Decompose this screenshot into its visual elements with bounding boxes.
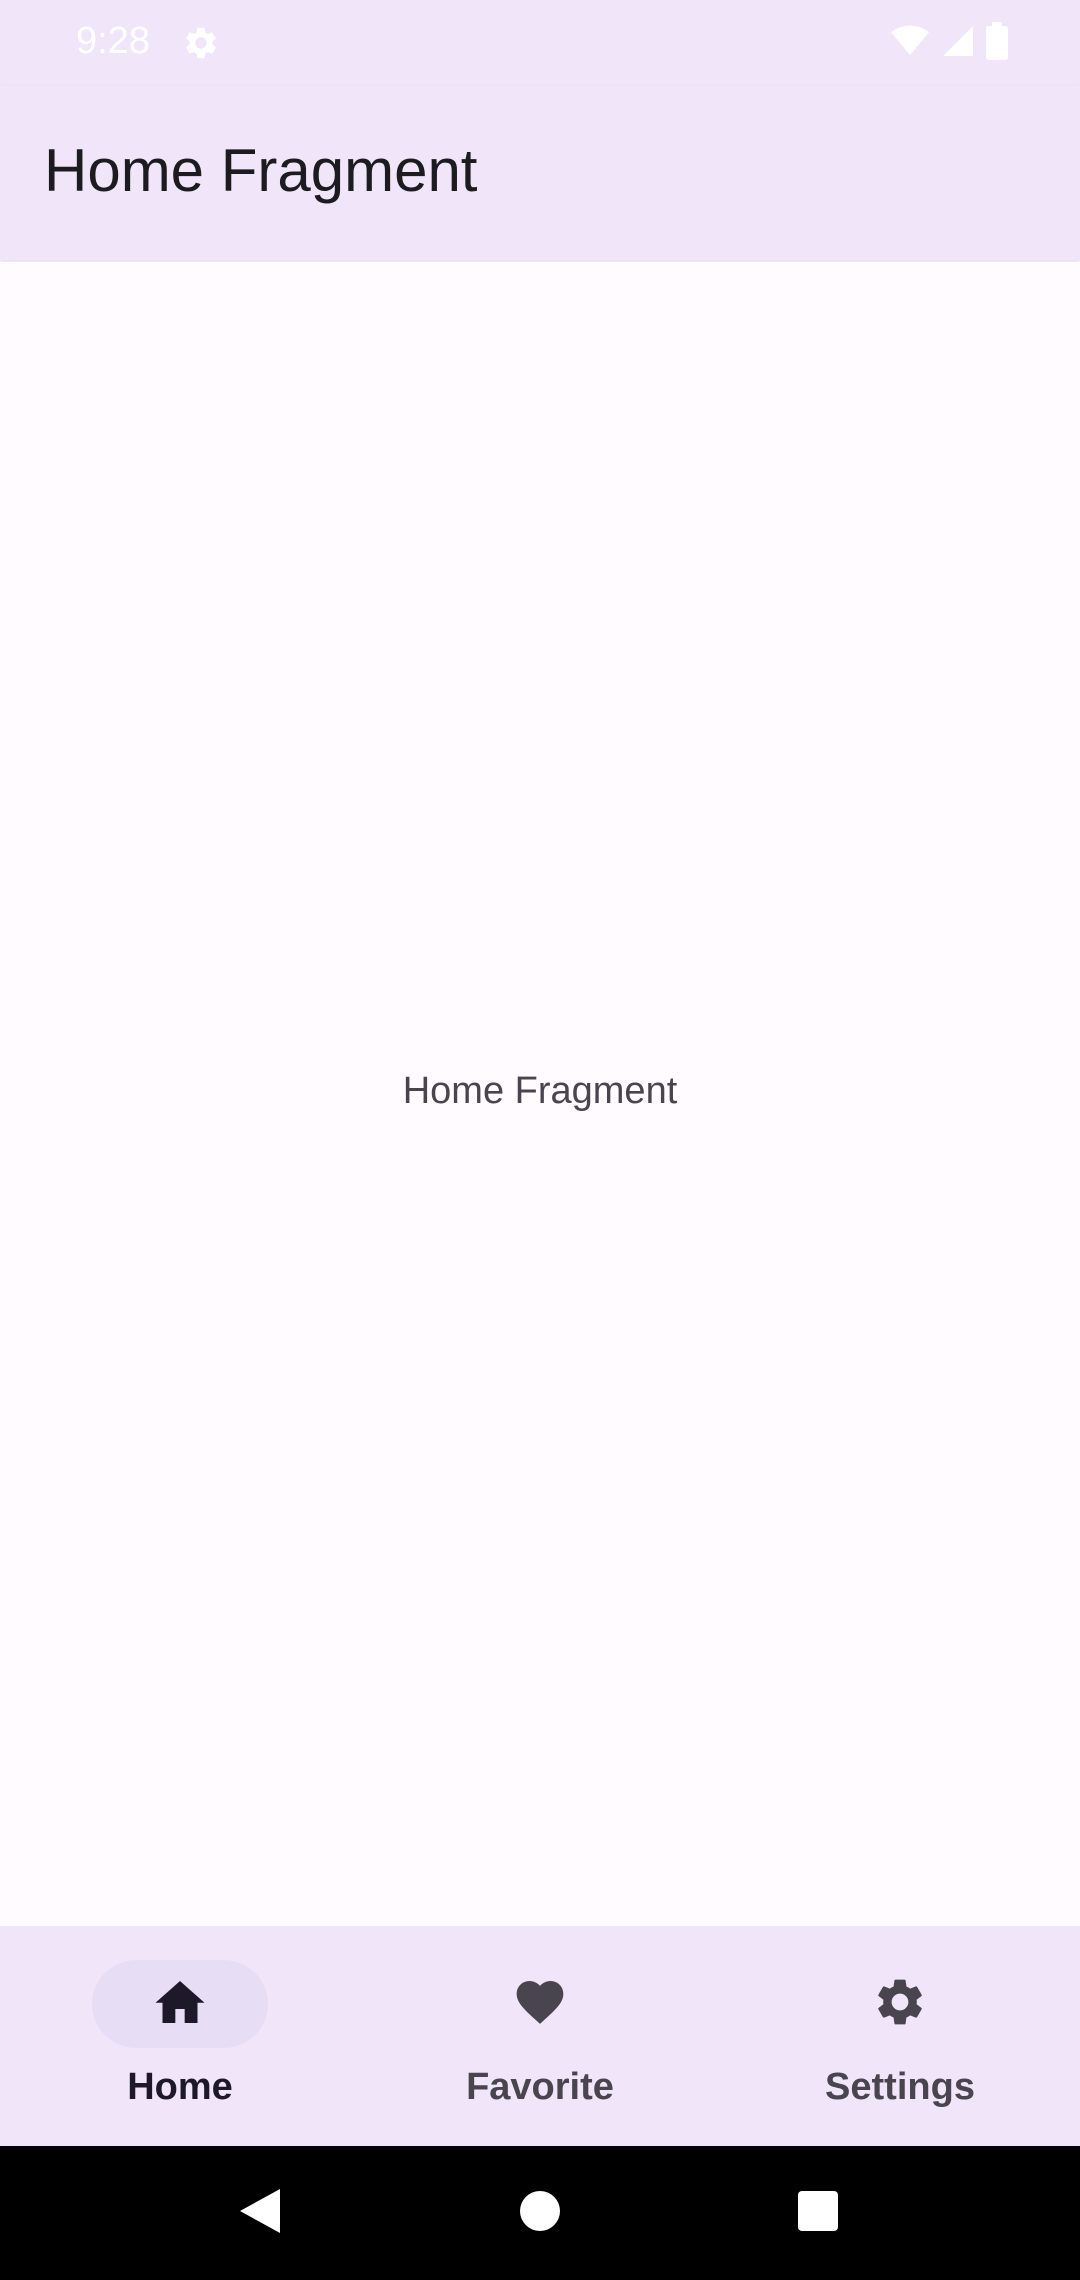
status-bar: 9:28 xyxy=(0,0,1080,86)
home-icon xyxy=(152,1974,208,2035)
bottom-navigation: Home Favorite Settings xyxy=(0,1926,1080,2146)
nav-item-home[interactable]: Home xyxy=(0,1926,360,2146)
nav-icon-container xyxy=(812,1960,988,2048)
wifi-icon xyxy=(890,22,930,65)
recents-button[interactable] xyxy=(758,2146,878,2280)
nav-item-settings[interactable]: Settings xyxy=(720,1926,1080,2146)
fragment-container: Home Fragment xyxy=(0,262,1080,1926)
nav-label-home: Home xyxy=(127,2066,233,2108)
page-title: Home Fragment xyxy=(44,137,478,204)
recents-square-icon xyxy=(798,2190,838,2236)
back-triangle-icon xyxy=(240,2188,280,2238)
home-button[interactable] xyxy=(480,2146,600,2280)
status-time: 9:28 xyxy=(76,20,150,62)
nav-label-settings: Settings xyxy=(825,2066,975,2108)
gear-icon xyxy=(872,1974,928,2035)
gear-icon xyxy=(182,24,220,62)
home-circle-icon xyxy=(520,2190,560,2236)
system-navigation-bar xyxy=(0,2146,1080,2280)
status-icons xyxy=(890,21,1008,65)
nav-icon-container xyxy=(452,1960,628,2048)
nav-item-favorite[interactable]: Favorite xyxy=(360,1926,720,2146)
cellular-signal-icon xyxy=(940,23,976,64)
back-button[interactable] xyxy=(200,2146,320,2280)
active-indicator xyxy=(92,1960,268,2048)
top-app-bar: Home Fragment xyxy=(0,86,1080,260)
fragment-label: Home Fragment xyxy=(402,1070,678,1112)
nav-label-favorite: Favorite xyxy=(466,2066,614,2108)
heart-icon xyxy=(512,1974,568,2035)
battery-icon xyxy=(986,21,1008,65)
